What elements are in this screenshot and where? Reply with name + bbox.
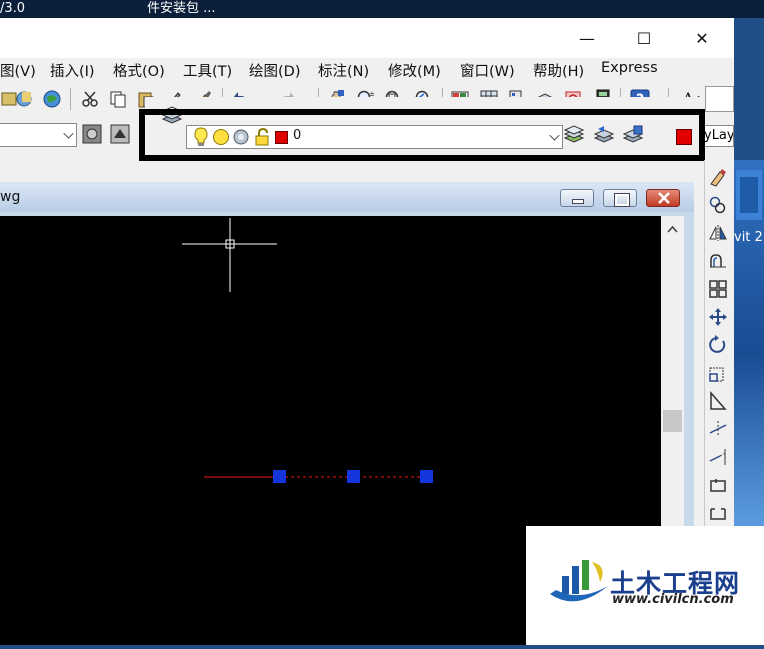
crosshair-cursor [182, 218, 277, 292]
menu-bar: 图(V) 插入(I) 格式(O) 工具(T) 绘图(D) 标注(N) 修改(M)… [0, 58, 734, 82]
bylayer-text: yLay [704, 128, 734, 143]
grip-start[interactable] [273, 470, 286, 483]
highlight-box [139, 109, 705, 161]
copy-object-icon[interactable] [708, 195, 728, 215]
trim-icon[interactable] [708, 419, 728, 439]
grip-mid[interactable] [347, 470, 360, 483]
grip-end[interactable] [420, 470, 433, 483]
menu-format[interactable]: 格式(O) [113, 60, 165, 81]
workspace-combo[interactable] [0, 123, 77, 147]
civilcn-logo-icon [550, 560, 608, 602]
copy-icon[interactable] [108, 89, 128, 109]
drawing-close-button[interactable] [646, 189, 680, 207]
bylayer-combo[interactable]: yLay [700, 125, 734, 147]
menu-draw[interactable]: 绘图(D) [249, 60, 300, 81]
offset-icon[interactable] [708, 251, 728, 271]
close-button[interactable]: ✕ [680, 24, 724, 52]
globe-icon[interactable] [42, 89, 62, 109]
logo-url: www.civilcn.com [612, 592, 734, 607]
menu-view[interactable]: 图(V) [0, 60, 36, 81]
rotate-icon[interactable] [708, 335, 728, 355]
drawing-titlebar: wg [0, 182, 694, 212]
window-titlebar: — ☐ ✕ [0, 18, 734, 58]
scale-icon[interactable] [708, 363, 728, 383]
desktop-text-left: /3.0 [0, 1, 26, 16]
minimize-button[interactable]: — [565, 24, 609, 52]
menu-express[interactable]: Express [601, 60, 658, 76]
scroll-up-icon[interactable] [666, 224, 679, 234]
menu-tools[interactable]: 工具(T) [183, 60, 232, 81]
desktop-text-right: vit 2 [734, 230, 763, 245]
workspace-icon[interactable] [110, 124, 130, 144]
cut-icon[interactable] [80, 89, 100, 109]
extend-icon[interactable] [708, 447, 728, 467]
stretch-icon[interactable] [708, 391, 728, 411]
maximize-button[interactable]: ☐ [622, 24, 666, 52]
publish-icon[interactable] [14, 89, 34, 109]
drawing-title: wg [0, 189, 21, 205]
array-icon[interactable] [708, 279, 728, 299]
revit-icon [736, 170, 762, 220]
desktop-text-mid: 件安装包 ... [147, 1, 216, 16]
desktop-top-strip: /3.0 件安装包 ... [0, 0, 764, 18]
break-icon[interactable] [708, 475, 728, 495]
scroll-thumb[interactable] [663, 410, 682, 432]
erase-icon[interactable] [708, 167, 728, 187]
menu-dimension[interactable]: 标注(N) [318, 60, 369, 81]
drawing-restore-button[interactable] [603, 189, 637, 207]
close-icon [658, 192, 670, 204]
minimize-icon [572, 199, 584, 204]
workspace-settings-icon[interactable] [82, 124, 102, 144]
text-style-combo[interactable] [705, 86, 734, 112]
toolbar-separator [70, 88, 71, 110]
menu-help[interactable]: 帮助(H) [533, 60, 584, 81]
menu-modify[interactable]: 修改(M) [388, 60, 441, 81]
menu-insert[interactable]: 插入(I) [50, 60, 95, 81]
chevron-down-icon [63, 128, 74, 139]
mirror-icon[interactable] [708, 223, 728, 243]
move-icon[interactable] [708, 307, 728, 327]
join-icon[interactable] [708, 503, 728, 523]
site-logo: 土木工程网 www.civilcn.com [526, 526, 764, 645]
restore-icon [614, 193, 630, 207]
menu-window[interactable]: 窗口(W) [460, 60, 515, 81]
drawing-minimize-button[interactable] [560, 189, 594, 207]
